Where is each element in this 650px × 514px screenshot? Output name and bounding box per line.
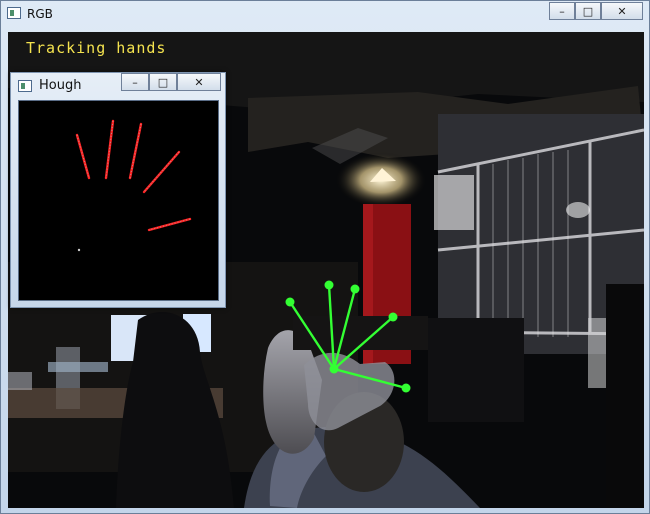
fingertip-point xyxy=(324,280,334,290)
hough-maximize-button[interactable]: □ xyxy=(149,73,177,91)
window-icon xyxy=(18,80,32,92)
hough-caption-buttons: – □ ✕ xyxy=(121,73,221,91)
window-title: RGB xyxy=(27,7,53,21)
hough-window-title: Hough xyxy=(39,78,82,93)
hough-close-button[interactable]: ✕ xyxy=(177,73,221,91)
hough-line-image xyxy=(75,119,192,252)
window-icon xyxy=(7,7,21,19)
fingertip-point xyxy=(401,383,411,393)
fingertip-point xyxy=(350,284,360,294)
hough-output xyxy=(18,100,219,301)
tracking-status-text: Tracking hands xyxy=(26,39,167,57)
caption-buttons: – □ ✕ xyxy=(549,2,643,20)
maximize-button[interactable]: □ xyxy=(575,2,601,20)
rgb-titlebar[interactable]: RGB – □ ✕ xyxy=(1,1,649,27)
fingertip-point xyxy=(388,312,398,322)
palm-center-point xyxy=(329,364,339,374)
minimize-button[interactable]: – xyxy=(549,2,575,20)
close-button[interactable]: ✕ xyxy=(601,2,643,20)
hough-window[interactable]: Hough – □ ✕ xyxy=(10,72,226,308)
fingertip-point xyxy=(285,297,295,307)
hough-minimize-button[interactable]: – xyxy=(121,73,149,91)
